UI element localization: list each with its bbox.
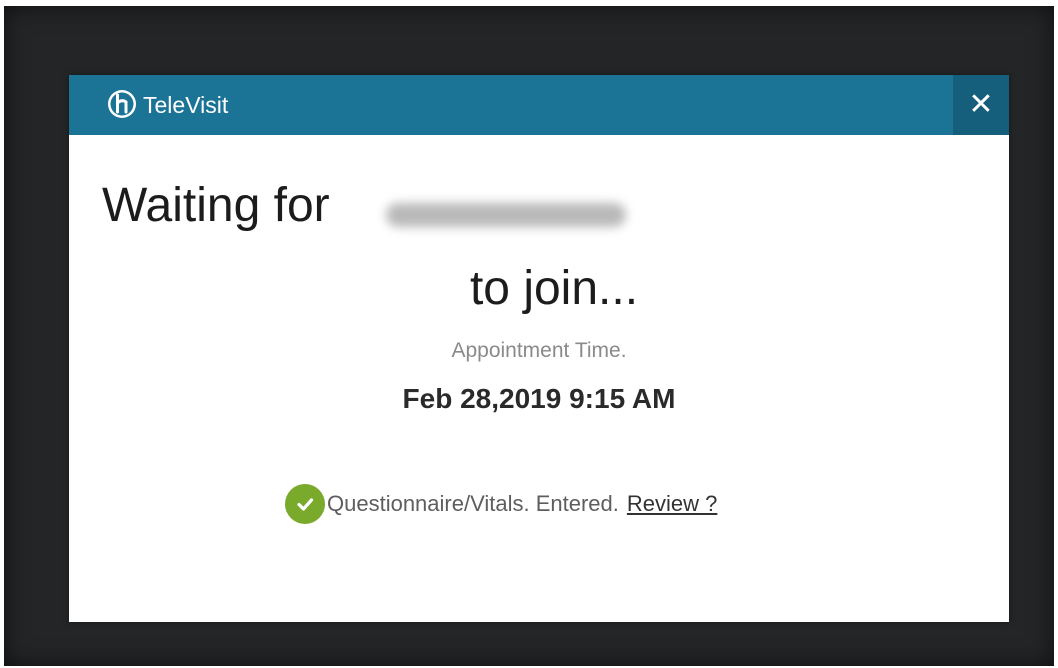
televisit-logo-icon (108, 90, 136, 118)
questionnaire-status: Questionnaire/Vitals. Entered. Review ? (285, 484, 717, 524)
close-button[interactable]: ✕ (953, 75, 1009, 135)
check-circle-icon (285, 484, 325, 524)
status-text: Questionnaire/Vitals. Entered. (327, 491, 619, 516)
waiting-heading: Waiting for (102, 179, 330, 232)
join-heading: to join... (469, 262, 639, 315)
televisit-dialog: TeleVisit ✕ Waiting for to join... Appoi… (69, 75, 1009, 622)
appointment-time-value: Feb 28,2019 9:15 AM (402, 383, 676, 414)
provider-name-redacted (386, 203, 626, 227)
close-icon: ✕ (968, 87, 994, 122)
app-title: TeleVisit (143, 92, 229, 118)
dialog-titlebar: TeleVisit ✕ (69, 75, 1009, 135)
review-link[interactable]: Review ? (627, 491, 717, 517)
appointment-time-label: Appointment Time. (451, 339, 627, 362)
screen-background: TeleVisit ✕ Waiting for to join... Appoi… (4, 6, 1054, 666)
